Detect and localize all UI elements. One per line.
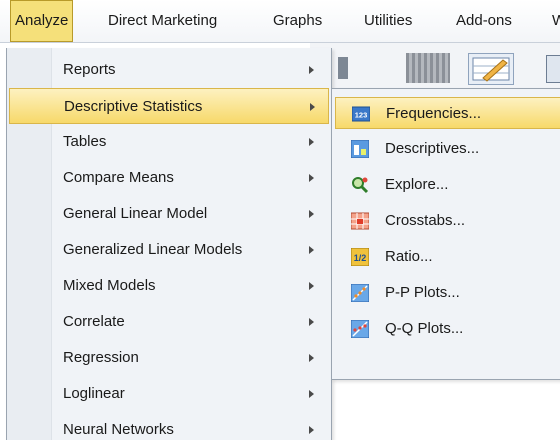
menu-item-label: Descriptive Statistics	[64, 98, 203, 115]
submenu-arrow-icon	[309, 246, 314, 254]
menu-item-label: General Linear Model	[63, 205, 208, 222]
menu-item-loglinear[interactable]: Loglinear	[9, 376, 329, 412]
toolbar-edit-icon[interactable]	[468, 53, 514, 85]
submenu-item-ratio[interactable]: 1/2 Ratio...	[335, 241, 560, 273]
menu-utilities[interactable]: Utilities	[360, 0, 416, 42]
qq-plots-icon	[350, 319, 370, 339]
submenu-item-frequencies[interactable]: 123 Frequencies...	[335, 97, 560, 129]
menu-item-descriptive-statistics[interactable]: Descriptive Statistics	[9, 88, 329, 124]
menu-item-neural-networks[interactable]: Neural Networks	[9, 412, 329, 440]
menu-item-label: Compare Means	[63, 169, 174, 186]
menu-item-label: Generalized Linear Models	[63, 241, 243, 258]
analyze-menu: Reports Descriptive Statistics Tables Co…	[6, 48, 332, 440]
submenu-item-label: Crosstabs...	[385, 212, 466, 229]
submenu-item-qq-plots[interactable]: Q-Q Plots...	[335, 313, 560, 345]
frequencies-icon-text: 123	[355, 111, 368, 120]
toolbar-table-icon[interactable]	[546, 55, 560, 83]
submenu-item-descriptives[interactable]: Descriptives...	[335, 133, 560, 165]
submenu-item-label: Descriptives...	[385, 140, 480, 157]
ratio-icon: 1/2	[350, 247, 370, 267]
menu-item-tables[interactable]: Tables	[9, 124, 329, 160]
submenu-arrow-icon	[309, 282, 314, 290]
menu-item-generalized-linear-models[interactable]: Generalized Linear Models	[9, 232, 329, 268]
submenu-arrow-icon	[309, 354, 314, 362]
descriptive-statistics-submenu: 123 Frequencies... Descriptives... Explo…	[331, 88, 560, 380]
toolbar-chart-icon[interactable]	[338, 57, 348, 79]
menu-item-compare-means[interactable]: Compare Means	[9, 160, 329, 196]
menu-bar: Analyze Direct Marketing Graphs Utilitie…	[0, 0, 560, 43]
ratio-icon-text: 1/2	[354, 253, 367, 263]
toolbar	[310, 43, 560, 89]
toolbar-grid-icon[interactable]	[406, 53, 450, 83]
submenu-arrow-icon	[309, 318, 314, 326]
menu-analyze[interactable]: Analyze	[10, 0, 74, 42]
menu-item-label: Reports	[63, 61, 116, 78]
submenu-item-label: Ratio...	[385, 248, 433, 265]
menu-item-correlate[interactable]: Correlate	[9, 304, 329, 340]
menu-item-label: Loglinear	[63, 385, 125, 402]
crosstabs-icon	[350, 212, 370, 230]
frequencies-icon: 123	[351, 105, 371, 123]
submenu-item-label: P-P Plots...	[385, 284, 460, 301]
submenu-item-explore[interactable]: Explore...	[335, 169, 560, 201]
submenu-arrow-icon	[310, 103, 315, 111]
menu-item-reports[interactable]: Reports	[9, 52, 329, 88]
submenu-arrow-icon	[309, 210, 314, 218]
submenu-arrow-icon	[309, 174, 314, 182]
menu-add-ons[interactable]: Add-ons	[452, 0, 516, 42]
submenu-item-crosstabs[interactable]: Crosstabs...	[335, 205, 560, 237]
menu-item-label: Regression	[63, 349, 139, 366]
submenu-arrow-icon	[309, 390, 314, 398]
submenu-item-pp-plots[interactable]: P-P Plots...	[335, 277, 560, 309]
submenu-arrow-icon	[309, 66, 314, 74]
submenu-arrow-icon	[309, 138, 314, 146]
descriptives-icon	[350, 139, 370, 159]
pp-plots-icon	[350, 283, 370, 303]
submenu-item-label: Explore...	[385, 176, 449, 193]
explore-icon	[351, 176, 369, 194]
menu-item-general-linear-model[interactable]: General Linear Model	[9, 196, 329, 232]
menu-window[interactable]: W	[550, 0, 560, 42]
submenu-item-label: Frequencies...	[386, 105, 482, 122]
menu-item-label: Correlate	[63, 313, 125, 330]
submenu-item-label: Q-Q Plots...	[385, 320, 464, 337]
menu-item-label: Tables	[63, 133, 107, 150]
menu-item-mixed-models[interactable]: Mixed Models	[9, 268, 329, 304]
menu-item-regression[interactable]: Regression	[9, 340, 329, 376]
menu-item-label: Neural Networks	[63, 421, 174, 438]
submenu-arrow-icon	[309, 426, 314, 434]
menu-graphs[interactable]: Graphs	[269, 0, 326, 42]
menu-item-label: Mixed Models	[63, 277, 156, 294]
menu-direct-marketing[interactable]: Direct Marketing	[104, 0, 221, 42]
